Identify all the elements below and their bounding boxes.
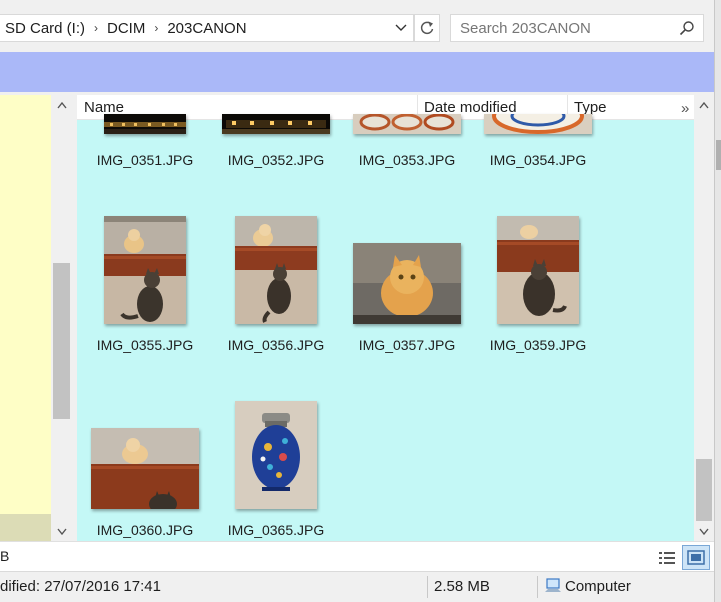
breadcrumb-separator-icon[interactable]: ›: [94, 21, 98, 35]
thumbnail-image: [353, 243, 461, 324]
scroll-up-button[interactable]: [694, 95, 714, 115]
details-view-button[interactable]: [654, 546, 680, 570]
file-name: IMG_0352.JPG: [227, 152, 325, 168]
computer-icon: [545, 578, 561, 592]
thumbnail-image: [104, 216, 186, 324]
refresh-icon: [420, 21, 434, 35]
file-list-pane[interactable]: ^ Name Date modified Type » IMG_0351.JPG: [77, 95, 694, 541]
address-history-button[interactable]: [389, 15, 413, 41]
navigation-scroll-thumb[interactable]: [53, 263, 70, 419]
refresh-button[interactable]: [414, 14, 440, 42]
file-item[interactable]: IMG_0360.JPG: [85, 401, 205, 541]
large-icons-view-button[interactable]: [682, 545, 710, 570]
file-grid: IMG_0351.JPG IMG_0352.JPG IMG_0353.JPG I…: [77, 114, 694, 541]
details-view-icon: [659, 552, 675, 564]
thumbnail-image: [235, 216, 317, 324]
search-box[interactable]: [450, 14, 704, 42]
file-name: IMG_0355.JPG: [96, 337, 194, 353]
details-text: B: [0, 548, 10, 564]
navigation-scroll-up-button[interactable]: [51, 95, 72, 115]
chevron-up-icon: [56, 101, 67, 108]
scroll-thumb[interactable]: [696, 459, 712, 521]
thumbnail-image: [235, 401, 317, 509]
status-location: Computer: [565, 578, 631, 595]
status-divider: [537, 576, 538, 598]
navigation-pane-footer: [0, 514, 51, 541]
file-name: IMG_0365.JPG: [227, 522, 325, 538]
file-item[interactable]: IMG_0351.JPG: [85, 114, 205, 175]
navigation-scroll-down-button[interactable]: [51, 521, 72, 541]
thumbnail-image: [222, 114, 330, 134]
breadcrumb-203canon[interactable]: 203CANON: [167, 20, 246, 37]
chevron-down-icon: [699, 528, 709, 535]
chevron-down-icon: [395, 24, 407, 31]
chevron-down-icon: [56, 528, 67, 535]
command-bar: [0, 52, 714, 92]
file-name: IMG_0360.JPG: [96, 522, 194, 538]
file-item[interactable]: IMG_0352.JPG: [216, 114, 336, 175]
details-row: B: [0, 541, 714, 571]
more-columns-icon[interactable]: »: [681, 95, 689, 120]
file-name: IMG_0356.JPG: [227, 337, 325, 353]
thumbnail-image: [484, 114, 592, 134]
scroll-down-button[interactable]: [694, 521, 714, 541]
file-item[interactable]: IMG_0354.JPG: [478, 114, 598, 175]
file-name: IMG_0353.JPG: [358, 152, 456, 168]
status-date-modified: dified: 27/07/2016 17:41: [0, 578, 161, 595]
file-item[interactable]: IMG_0355.JPG: [85, 216, 205, 356]
window-edge-marker: [716, 140, 721, 170]
file-name: IMG_0354.JPG: [489, 152, 587, 168]
status-size: 2.58 MB: [434, 578, 490, 595]
breadcrumb-dcim[interactable]: DCIM: [107, 20, 145, 37]
file-item[interactable]: IMG_0356.JPG: [216, 216, 336, 356]
window-edge: [714, 0, 721, 602]
address-bar[interactable]: SD Card (I:) › DCIM › 203CANON: [0, 14, 414, 42]
file-list-scrollbar[interactable]: [694, 95, 714, 541]
file-name: IMG_0359.JPG: [489, 337, 587, 353]
file-item[interactable]: IMG_0365.JPG: [216, 401, 336, 541]
file-item[interactable]: IMG_0357.JPG: [347, 216, 467, 356]
thumbnail-image: [104, 114, 186, 134]
search-input[interactable]: [451, 15, 675, 41]
file-name: IMG_0357.JPG: [358, 337, 456, 353]
chevron-up-icon: [699, 101, 709, 108]
thumbnail-image: [91, 428, 199, 509]
navigation-pane[interactable]: [0, 95, 51, 541]
file-name: IMG_0351.JPG: [96, 152, 194, 168]
thumbnail-image: [497, 216, 579, 324]
thumbnail-image: [353, 114, 461, 134]
navigation-pane-fill: [0, 95, 51, 514]
breadcrumb-sd-card[interactable]: SD Card (I:): [5, 20, 85, 37]
status-bar: dified: 27/07/2016 17:41 2.58 MB Compute…: [0, 571, 714, 602]
navigation-scrollbar[interactable]: [51, 95, 72, 541]
file-item[interactable]: IMG_0359.JPG: [478, 216, 598, 356]
large-icons-view-icon: [687, 550, 705, 565]
breadcrumb-separator-icon[interactable]: ›: [154, 21, 158, 35]
file-item[interactable]: IMG_0353.JPG: [347, 114, 467, 175]
address-bar-row: SD Card (I:) › DCIM › 203CANON: [0, 0, 721, 52]
search-icon[interactable]: [679, 20, 695, 36]
status-divider: [427, 576, 428, 598]
